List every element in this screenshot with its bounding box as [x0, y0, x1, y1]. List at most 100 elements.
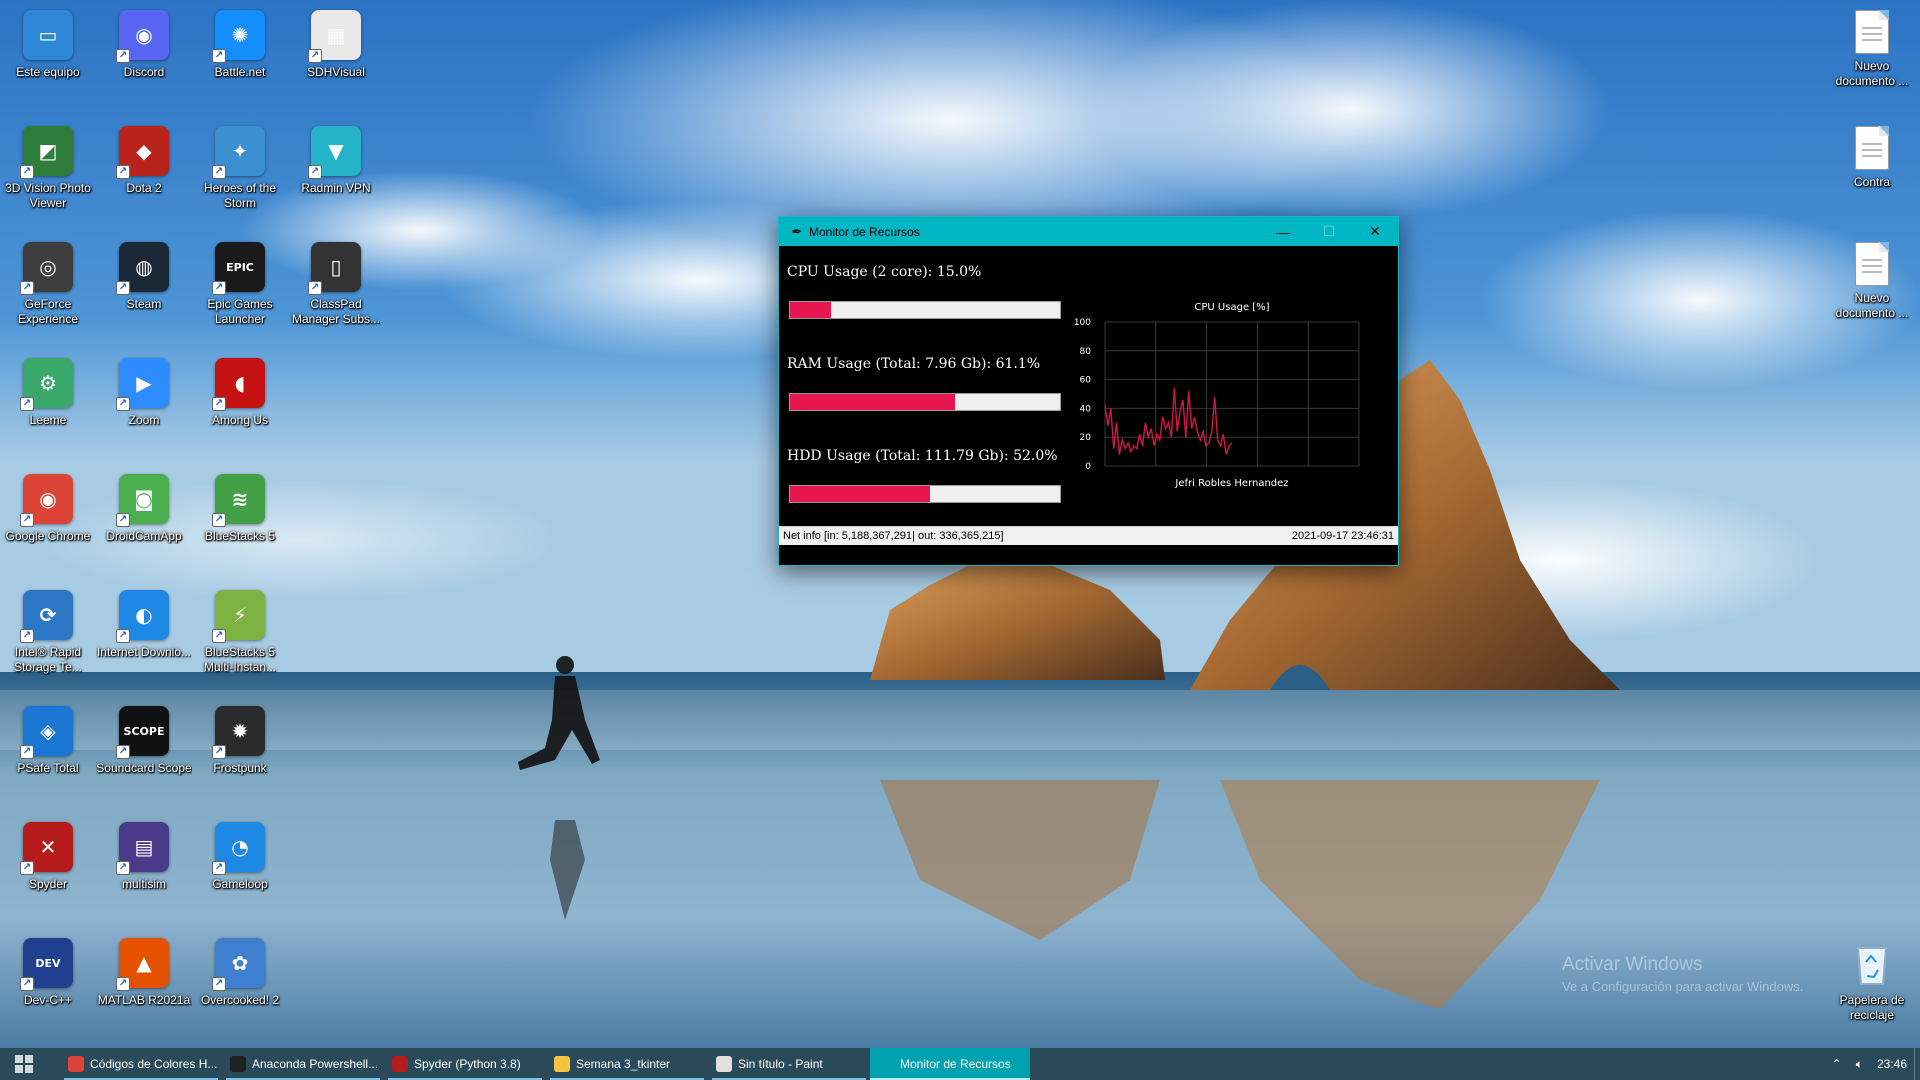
- taskbar-item-label: Sin título - Paint: [738, 1057, 823, 1071]
- y-tick-label: 40: [1080, 404, 1092, 414]
- desktop-icon-intel-rst[interactable]: ⟳ ↗ Intel® Rapid Storage Te...: [2, 584, 94, 696]
- monitor-de-recursos-window: ✒ Monitor de Recursos — ☐ ✕ CPU Usage (2…: [778, 216, 1399, 566]
- desktop-icon-epic-games[interactable]: EPIC ↗ Epic Games Launcher: [194, 236, 286, 348]
- desktop-icon-label: Papelera de reciclaje: [1839, 993, 1905, 1022]
- shortcut-arrow-icon: ↗: [212, 745, 226, 759]
- desktop-icon-dota2[interactable]: ◆ ↗ Dota 2: [98, 120, 190, 232]
- desktop-icon-label: Steam: [126, 297, 162, 311]
- desktop-icon-label: Intel® Rapid Storage Te...: [14, 645, 82, 674]
- taskbar-item[interactable]: Semana 3_tkinter: [546, 1048, 708, 1080]
- desktop-icon-settings[interactable]: ⚙ ↗ Leeme: [2, 352, 94, 464]
- desktop-icon-label: PSafe Total: [17, 761, 79, 775]
- shortcut-arrow-icon: ↗: [116, 165, 130, 179]
- desktop-icon-spyder[interactable]: ✕ ↗ Spyder: [2, 816, 94, 928]
- shortcut-arrow-icon: ↗: [116, 49, 130, 63]
- desktop-icon-psafe[interactable]: ◈ ↗ PSafe Total: [2, 700, 94, 812]
- taskbar-item[interactable]: Spyder (Python 3.8): [384, 1048, 546, 1080]
- desktop-icon-nuevo-documento-1[interactable]: Nuevo documento ...: [1826, 4, 1918, 116]
- minimize-button[interactable]: —: [1260, 217, 1306, 246]
- taskbar-item[interactable]: Monitor de Recursos: [870, 1048, 1030, 1080]
- taskbar-item-label: Anaconda Powershell...: [252, 1057, 379, 1071]
- cpu-usage-series-line: [1104, 388, 1233, 455]
- shortcut-arrow-icon: ↗: [212, 977, 226, 991]
- desktop-icon-classpad[interactable]: ▯ ↗ ClassPad Manager Subs...: [290, 236, 382, 348]
- shortcut-arrow-icon: ↗: [20, 629, 34, 643]
- desktop-icon-among-us[interactable]: ◖ ↗ Among Us: [194, 352, 286, 464]
- desktop-icon-dev-cpp[interactable]: DEV ↗ Dev-C++: [2, 932, 94, 1044]
- desktop-icon-recycle-bin[interactable]: Papelera de reciclaje: [1826, 932, 1918, 1044]
- desktop-icon-frostpunk[interactable]: ✹ ↗ Frostpunk: [194, 700, 286, 812]
- desktop-icon-gameloop[interactable]: ◔ ↗ Gameloop: [194, 816, 286, 928]
- desktop-icon-bluestacks[interactable]: ≋ ↗ BlueStacks 5: [194, 468, 286, 580]
- window-titlebar[interactable]: ✒ Monitor de Recursos — ☐ ✕: [779, 217, 1398, 246]
- desktop-icon-discord[interactable]: ◉ ↗ Discord: [98, 4, 190, 116]
- desktop-icon-heroes[interactable]: ✦ ↗ Heroes of the Storm: [194, 120, 286, 232]
- desktop-icon-soundcard-scope[interactable]: SCOPE ↗ Soundcard Scope: [96, 700, 192, 812]
- desktop-icon-idm[interactable]: ◐ ↗ Internet Downlo...: [96, 584, 192, 696]
- desktop-icon-contra[interactable]: Contra: [1826, 120, 1918, 232]
- matlab-icon: ▲ ↗: [116, 938, 169, 991]
- overcooked-icon: ✿ ↗: [212, 938, 265, 991]
- psafe-icon: ◈ ↗: [20, 706, 73, 759]
- desktop-icon-overcooked[interactable]: ✿ ↗ Overcooked! 2: [194, 932, 286, 1044]
- desktop-icon-droidcam[interactable]: ◙ ↗ DroidCamApp: [98, 468, 190, 580]
- text-document-icon: [1855, 126, 1889, 170]
- close-button[interactable]: ✕: [1352, 217, 1398, 246]
- maximize-button[interactable]: ☐: [1306, 217, 1352, 246]
- zoom-icon: ▶ ↗: [116, 358, 169, 411]
- desktop-icon-steam[interactable]: ◍ ↗ Steam: [98, 236, 190, 348]
- desktop-icon-label: Google Chrome: [5, 529, 91, 543]
- taskbar-item[interactable]: Códigos de Colores H...: [60, 1048, 222, 1080]
- window-title: Monitor de Recursos: [809, 224, 920, 239]
- powershell-icon: [230, 1056, 246, 1072]
- chrome-icon: [68, 1056, 84, 1072]
- cpu-usage-progress-bar: [789, 301, 1061, 319]
- desktop-icon-computer[interactable]: ▭ Este equipo: [2, 4, 94, 116]
- desktop-icon-geforce[interactable]: ◎ ↗ GeForce Experience: [2, 236, 94, 348]
- desktop-icon-matlab[interactable]: ▲ ↗ MATLAB R2021a: [98, 932, 190, 1044]
- shortcut-arrow-icon: ↗: [20, 513, 34, 527]
- desktop-icon-zoom[interactable]: ▶ ↗ Zoom: [98, 352, 190, 464]
- desktop-icon-battlenet[interactable]: ✺ ↗ Battle.net: [194, 4, 286, 116]
- desktop-icon-label: BlueStacks 5 Multi-Instan...: [203, 645, 277, 674]
- desktop-icon-label: DroidCamApp: [106, 529, 182, 543]
- status-bar: Net info [in: 5,188,367,291| out: 336,36…: [779, 526, 1398, 545]
- desktop-icon-label: Contra: [1853, 175, 1891, 189]
- shortcut-arrow-icon: ↗: [212, 397, 226, 411]
- taskbar-apps: Códigos de Colores H... Anaconda Powershe…: [60, 1048, 1030, 1080]
- start-button[interactable]: [0, 1048, 48, 1080]
- hdd-usage-progress-fill: [790, 486, 931, 502]
- taskbar-item[interactable]: Anaconda Powershell...: [222, 1048, 384, 1080]
- desktop-icon-label: Among Us: [211, 413, 269, 427]
- desktop-icon-label: Leeme: [29, 413, 67, 427]
- taskbar-item-label: Códigos de Colores H...: [90, 1057, 218, 1071]
- speaker-icon[interactable]: 🔈︎: [1856, 1057, 1863, 1072]
- chevron-up-icon[interactable]: ⌃: [1832, 1057, 1842, 1071]
- cpu-usage-label: CPU Usage (2 core): 15.0%: [787, 264, 982, 280]
- y-tick-label: 80: [1080, 347, 1092, 357]
- y-tick-label: 20: [1080, 433, 1092, 443]
- clock[interactable]: 23:46: [1877, 1057, 1907, 1071]
- shortcut-arrow-icon: ↗: [116, 745, 130, 759]
- heroes-icon: ✦ ↗: [212, 126, 265, 179]
- desktop-icon-label: SDHVisual: [307, 65, 365, 79]
- soundcard-scope-icon: SCOPE ↗: [116, 706, 169, 759]
- desktop-icon-bluestacks-multi[interactable]: ⚡ ↗ BlueStacks 5 Multi-Instan...: [194, 584, 286, 696]
- spyder-icon: [392, 1056, 408, 1072]
- desktop-icon-radmin-vpn[interactable]: ▼ ↗ Radmin VPN: [290, 120, 382, 232]
- desktop-icon-label: Internet Downlo...: [96, 645, 192, 659]
- windows-logo-icon: [15, 1055, 33, 1073]
- desktop-icon-3d-vision[interactable]: ◩ ↗ 3D Vision Photo Viewer: [2, 120, 94, 232]
- desktop-icon-label: Nuevo documento ...: [1835, 291, 1909, 320]
- shortcut-arrow-icon: ↗: [212, 861, 226, 875]
- desktop-icon-chrome[interactable]: ◉ ↗ Google Chrome: [2, 468, 94, 580]
- desktop-icon-label: multisim: [122, 877, 166, 891]
- cpu-usage-chart-svg: CPU Usage [%] 0 20 40 60 80 100 Jefri Robles He…: [1074, 302, 1360, 489]
- y-tick-label: 60: [1080, 376, 1092, 386]
- desktop-icon-multisim[interactable]: ▤ ↗ multisim: [98, 816, 190, 928]
- bluestacks-multi-icon: ⚡ ↗: [212, 590, 265, 643]
- taskbar-item[interactable]: Sin título - Paint: [708, 1048, 870, 1080]
- desktop-icon-sdhvisual[interactable]: ▦ ↗ SDHVisual: [290, 4, 382, 116]
- desktop-icon-nuevo-documento-2[interactable]: Nuevo documento ...: [1826, 236, 1918, 348]
- show-desktop-button[interactable]: [1914, 1048, 1920, 1080]
